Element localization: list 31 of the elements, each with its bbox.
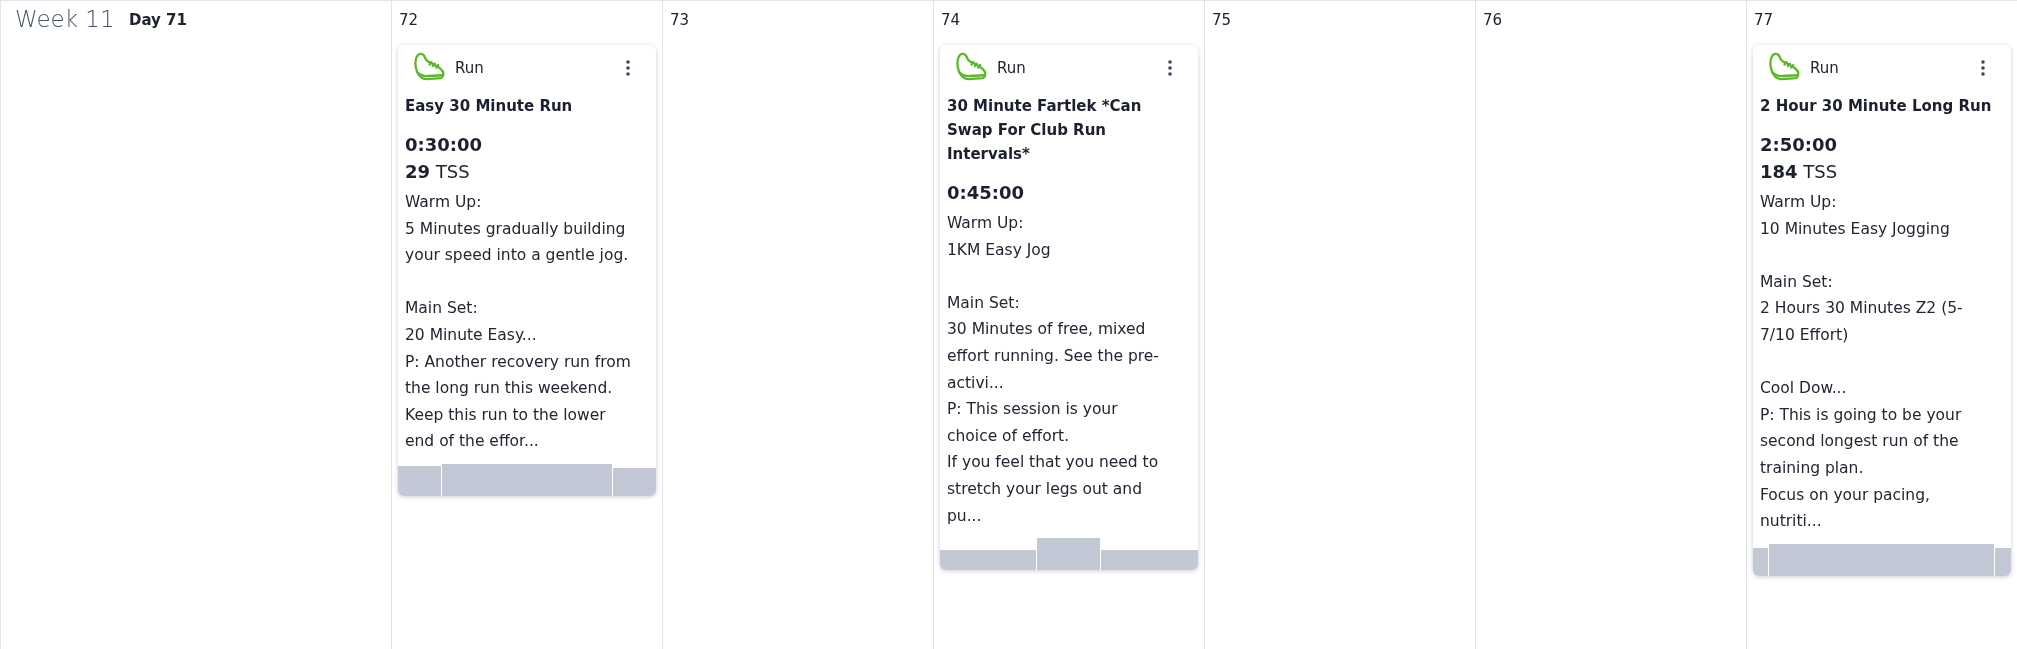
day-number: 74: [941, 11, 961, 29]
sport-label: Run: [455, 58, 484, 77]
day-number: 72: [399, 11, 419, 29]
day-number: 73: [670, 11, 690, 29]
workout-title: 30 Minute Fartlek *Can Swap For Club Run Intervals*: [947, 96, 1143, 165]
workout-description: Warm Up: 10 Minutes Easy Jogging Main Set: 2 Hours 30 Minutes Z2 (5- 7/10 Effort) Cool Dow... P: This is going to be your second longest run of the training plan. Focus on your pacing, nutriti...: [1760, 192, 1964, 533]
sneaker-icon: [413, 52, 446, 83]
workout-card[interactable]: [1753, 45, 2011, 576]
week-label: Week 11: [15, 6, 115, 32]
workout-duration: 0:45:00: [947, 181, 1026, 205]
workout-duration: 2:50:00: [1760, 133, 1839, 157]
day-number: Day 71: [129, 11, 187, 29]
workout-card[interactable]: [398, 45, 656, 496]
more-vertical-icon: [1981, 59, 1985, 76]
workout-description: Warm Up: 1KM Easy Jog Main Set: 30 Minutes of free, mixed effort running. See the pre- activi... P: This session is your choice of effort. If you feel that you need to stretch your legs out and pu...: [947, 213, 1160, 527]
tss-value: 29 TSS: [405, 160, 471, 184]
sneaker-icon: [955, 52, 988, 83]
sneaker-icon: [1768, 52, 1801, 83]
day-number: 75: [1212, 11, 1232, 29]
tss-value: 184 TSS: [1760, 160, 1839, 184]
day-number: 76: [1483, 11, 1503, 29]
workout-duration: 0:30:00: [405, 133, 484, 157]
day-number: 77: [1754, 11, 1774, 29]
workout-description: Warm Up: 5 Minutes gradually building your speed into a gentle jog. Main Set: 20 Minute Easy... P: Another recovery run from the long run this weekend. Keep this run to the lower end of the effor...: [405, 192, 632, 453]
workout-title: 2 Hour 30 Minute Long Run: [1760, 96, 1993, 117]
sport-label: Run: [997, 58, 1026, 77]
workout-title: Easy 30 Minute Run: [405, 96, 574, 117]
sport-label: Run: [1810, 58, 1839, 77]
more-vertical-icon: [1168, 59, 1172, 76]
workout-card[interactable]: [940, 45, 1198, 571]
more-vertical-icon: [626, 59, 630, 76]
